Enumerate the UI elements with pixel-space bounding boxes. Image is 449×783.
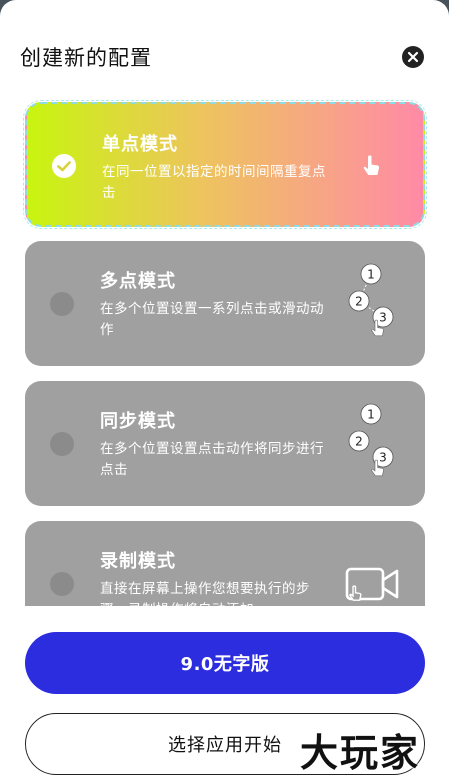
tap-hand-icon xyxy=(363,155,380,175)
step-number-two: 2 xyxy=(355,435,363,449)
mode-card-sync[interactable]: 同步模式 在多个位置设置点击动作将同步进行点击 1 2 3 xyxy=(25,381,425,506)
record-video-icon xyxy=(345,567,399,601)
radio-unselected[interactable] xyxy=(50,432,74,456)
sync-tap-icon: 1 2 3 xyxy=(348,403,394,477)
vip-version-button[interactable]: 9.0无字版 xyxy=(25,632,425,694)
mode-title: 单点模式 xyxy=(102,134,178,155)
watermark-logo: 大玩家 xyxy=(300,731,421,775)
radio-selected xyxy=(51,153,76,178)
mode-card-single[interactable]: 单点模式 在同一位置以指定的时间间隔重复点击 xyxy=(23,100,427,229)
radio-unselected[interactable] xyxy=(50,572,74,596)
step-number-three: 3 xyxy=(379,311,387,325)
mode-title: 录制模式 xyxy=(100,551,176,572)
mode-card-record[interactable]: 录制模式 直接在屏幕上操作您想要执行的步骤，录制操作将自动添加 xyxy=(25,521,425,606)
mode-list: 单点模式 在同一位置以指定的时间间隔重复点击 多点模式 在多个位置设置一系列点击… xyxy=(0,0,449,606)
mode-title: 同步模式 xyxy=(100,411,176,432)
mode-description: 在同一位置以指定的时间间隔重复点击 xyxy=(102,164,326,201)
step-number-two: 2 xyxy=(355,295,363,309)
radio-unselected[interactable] xyxy=(50,292,74,316)
mode-description: 在多个位置设置点击动作将同步进行点击 xyxy=(100,441,324,478)
config-sheet: 创建新的配置 单点模式 在同一位置以指定的时间间隔重复点击 多点模式 在多个位置… xyxy=(0,0,449,783)
mode-description: 直接在屏幕上操作您想要执行的步骤，录制操作将自动添加 xyxy=(100,581,310,606)
mode-title: 多点模式 xyxy=(100,271,176,292)
multi-tap-icon: 1 2 3 xyxy=(348,263,394,337)
mode-card-multi[interactable]: 多点模式 在多个位置设置一系列点击或滑动动作 1 2 3 xyxy=(25,241,425,366)
check-circle-icon xyxy=(52,154,76,178)
step-number-three: 3 xyxy=(379,451,387,465)
step-number-one: 1 xyxy=(367,268,375,282)
mode-description: 在多个位置设置一系列点击或滑动动作 xyxy=(100,301,324,338)
step-number-one: 1 xyxy=(367,408,375,422)
